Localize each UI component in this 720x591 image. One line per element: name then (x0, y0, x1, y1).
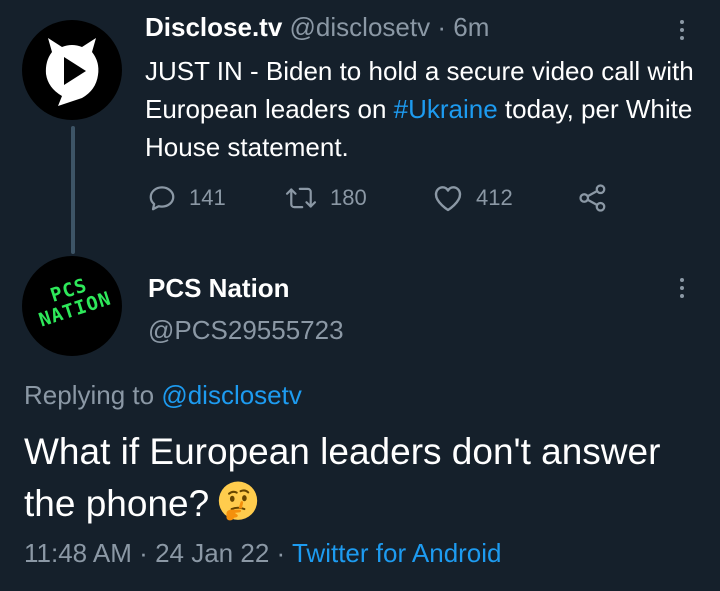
replying-to-mention[interactable]: @disclosetv (161, 380, 302, 410)
share-icon (579, 184, 606, 212)
hashtag-link[interactable]: #Ukraine (394, 94, 498, 124)
pcs-nation-logo: PCS NATION (36, 274, 114, 332)
more-dot-icon (680, 20, 684, 24)
parent-tweet-text: JUST IN - Biden to hold a secure video c… (145, 52, 705, 166)
parent-display-name[interactable]: Disclose.tv (145, 12, 282, 42)
meta-separator: · (139, 538, 148, 568)
share-button[interactable] (578, 178, 608, 218)
reply-handle[interactable]: @PCS29555723 (148, 315, 344, 346)
disclosetv-avatar[interactable] (22, 20, 122, 120)
more-dot-icon (680, 294, 684, 298)
parent-handle[interactable]: @disclosetv (290, 12, 431, 42)
header-separator: · (437, 12, 446, 42)
more-dot-icon (680, 286, 684, 290)
reply-count: 141 (189, 185, 226, 210)
parent-more-options-button[interactable] (670, 12, 694, 48)
parent-tweet-header: Disclose.tv @disclosetv · 6m (145, 12, 489, 43)
reply-metadata: 11:48 AM · 24 Jan 22 · Twitter for Andro… (24, 538, 502, 569)
like-action[interactable]: 412 (432, 178, 513, 218)
thread-connector-line (71, 126, 75, 254)
reply-action[interactable]: 141 (147, 178, 226, 218)
replying-to-label: Replying to @disclosetv (24, 380, 302, 411)
reply-display-name[interactable]: PCS Nation (148, 273, 290, 304)
retweet-action[interactable]: 180 (284, 178, 367, 218)
reply-bubble-icon (149, 186, 175, 211)
parent-timestamp[interactable]: 6m (453, 12, 489, 42)
pcs-nation-avatar[interactable]: PCS NATION (22, 256, 122, 356)
source-link[interactable]: Twitter for Android (292, 538, 502, 568)
reply-time[interactable]: 11:48 AM (24, 538, 132, 568)
reply-more-options-button[interactable] (670, 270, 694, 306)
meta-separator: · (276, 538, 286, 568)
disclosetv-logo-icon (45, 38, 99, 106)
more-dot-icon (680, 28, 684, 32)
thinking-face-emoji-icon (219, 481, 258, 521)
more-dot-icon (680, 278, 684, 282)
reply-date[interactable]: 24 Jan 22 (155, 538, 269, 568)
reply-tweet-text: What if European leaders don't answer th… (24, 426, 704, 530)
like-count: 412 (476, 185, 513, 210)
heart-icon (434, 186, 462, 212)
more-dot-icon (680, 36, 684, 40)
replying-to-prefix: Replying to (24, 380, 162, 410)
retweet-icon (285, 187, 317, 209)
retweet-count: 180 (330, 185, 367, 210)
reply-text-body: What if European leaders don't answer th… (24, 431, 661, 524)
